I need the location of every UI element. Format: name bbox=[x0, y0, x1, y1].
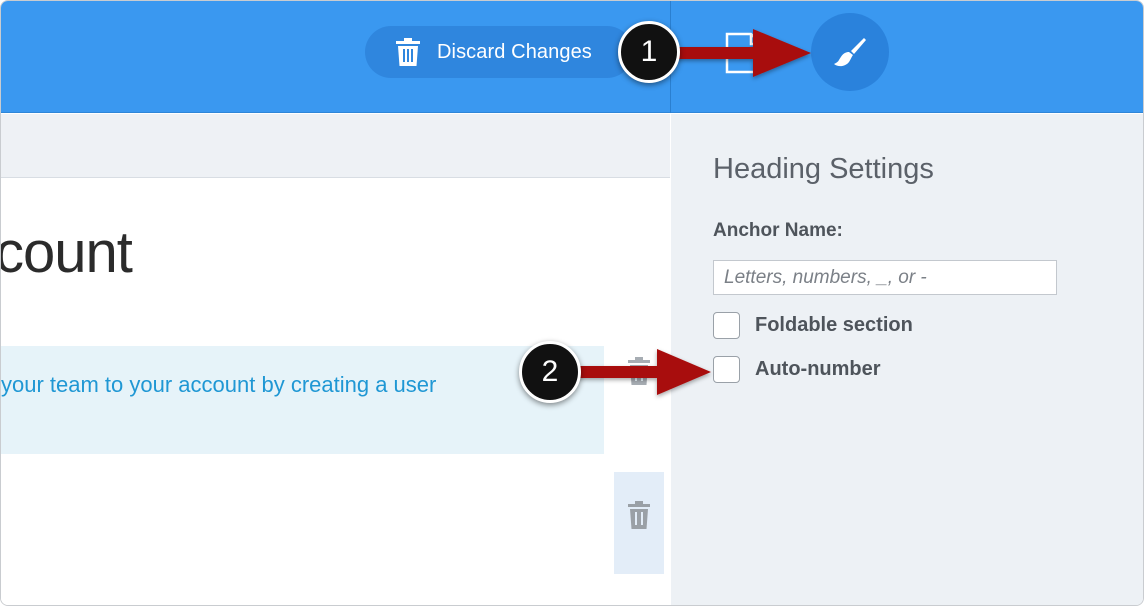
top-toolbar: Discard Changes bbox=[1, 1, 1143, 113]
settings-title: Heading Settings bbox=[713, 153, 934, 185]
brush-icon bbox=[834, 38, 866, 67]
editor-toolbar-strip bbox=[1, 114, 670, 178]
anchor-name-label: Anchor Name: bbox=[713, 220, 843, 241]
delete-block-icon[interactable] bbox=[627, 501, 651, 529]
callout-arrow-1 bbox=[661, 29, 811, 77]
discard-changes-button[interactable]: Discard Changes bbox=[365, 26, 633, 78]
step-2-callout: 2 bbox=[519, 341, 581, 403]
page-heading[interactable]: count bbox=[1, 219, 133, 286]
text-content-block[interactable] bbox=[1, 346, 604, 454]
auto-number-option[interactable]: Auto-number bbox=[713, 356, 881, 383]
callout-arrow-2 bbox=[571, 349, 711, 395]
format-brush-button[interactable] bbox=[811, 13, 889, 91]
discard-changes-label: Discard Changes bbox=[437, 40, 592, 63]
app-window: Discard Changes count your team to your … bbox=[0, 0, 1144, 606]
auto-number-label: Auto-number bbox=[755, 358, 881, 380]
foldable-section-option[interactable]: Foldable section bbox=[713, 312, 913, 339]
foldable-section-label: Foldable section bbox=[755, 314, 913, 336]
anchor-name-input[interactable] bbox=[713, 260, 1057, 295]
trash-icon bbox=[396, 38, 420, 66]
foldable-section-checkbox[interactable] bbox=[713, 312, 740, 339]
step-1-callout: 1 bbox=[618, 21, 680, 83]
text-block-content[interactable]: your team to your account by creating a … bbox=[1, 372, 436, 398]
